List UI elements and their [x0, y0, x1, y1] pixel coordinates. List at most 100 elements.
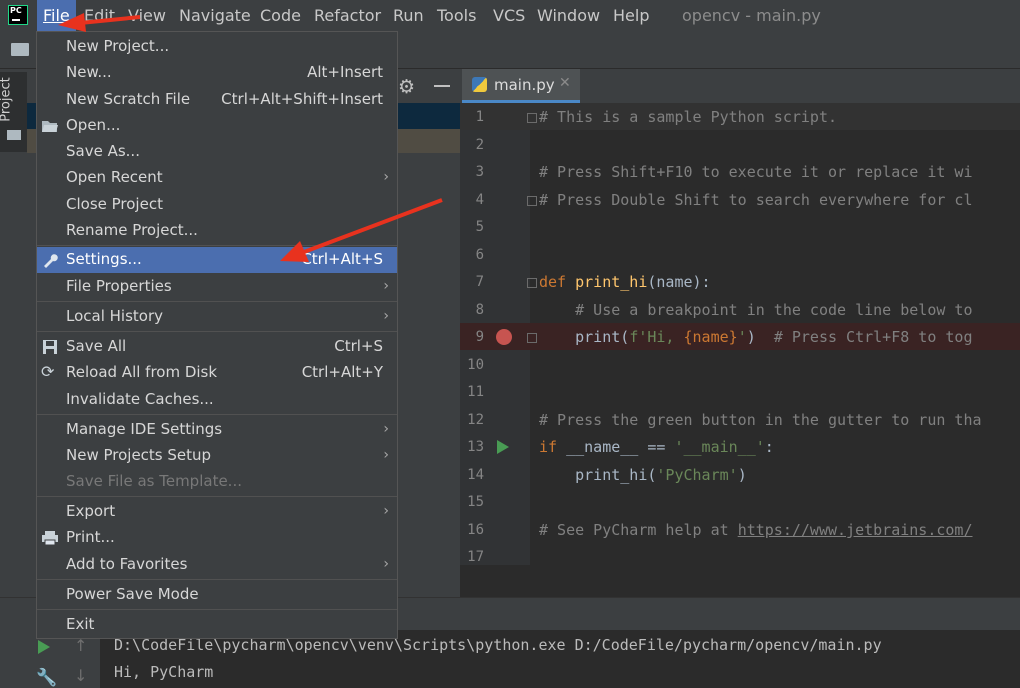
wrench-icon [41, 252, 59, 268]
menu-item-new-projects-setup[interactable]: New Projects Setup › [37, 443, 397, 469]
menu-tools[interactable]: Tools [431, 0, 482, 31]
printer-icon [41, 530, 59, 546]
menu-item-rename-project[interactable]: Rename Project... [37, 218, 397, 244]
code-line: if __name__ == '__main__': [539, 438, 774, 456]
code-line: # This is a sample Python script. [539, 108, 838, 126]
refresh-icon: ⟳ [41, 362, 55, 381]
line-number: 13 [467, 439, 484, 455]
menu-item-local-history[interactable]: Local History › [37, 304, 397, 330]
menu-item-new-scratch-file[interactable]: New Scratch File Ctrl+Alt+Shift+Insert [37, 87, 397, 113]
menu-item-close-project[interactable]: Close Project [37, 192, 397, 218]
line-number: 4 [475, 192, 484, 208]
line-number: 2 [475, 137, 484, 153]
chevron-right-icon: › [383, 556, 389, 572]
menu-item-add-to-favorites[interactable]: Add to Favorites › [37, 552, 397, 578]
code-line: # Press the green button in the gutter t… [539, 411, 982, 429]
chevron-right-icon: › [383, 169, 389, 185]
code-line: def print_hi(name): [539, 273, 711, 291]
menu-code[interactable]: Code [254, 0, 307, 31]
save-icon [41, 339, 59, 355]
line-number: 10 [467, 357, 484, 373]
line-number: 14 [467, 467, 484, 483]
fold-icon[interactable] [527, 333, 537, 343]
menu-view[interactable]: View [122, 0, 172, 31]
menu-help[interactable]: Help [607, 0, 655, 31]
menu-separator [37, 609, 397, 610]
menu-item-invalidate-caches[interactable]: Invalidate Caches... [37, 387, 397, 413]
line-number: 8 [475, 302, 484, 318]
chevron-right-icon: › [383, 308, 389, 324]
menu-edit[interactable]: Edit [78, 0, 121, 31]
menu-run[interactable]: Run [387, 0, 430, 31]
menu-separator [37, 579, 397, 580]
code-line: # See PyCharm help at https://www.jetbra… [539, 521, 973, 539]
menu-item-manage-ide-settings[interactable]: Manage IDE Settings › [37, 417, 397, 443]
menu-item-save-all[interactable]: Save All Ctrl+S [37, 334, 397, 360]
fold-icon[interactable] [527, 113, 537, 123]
line-number: 5 [475, 219, 484, 235]
menu-navigate[interactable]: Navigate [173, 0, 257, 31]
help-link[interactable]: https://www.jetbrains.com/ [738, 521, 973, 539]
rerun-icon[interactable] [38, 640, 50, 654]
menu-window[interactable]: Window [531, 0, 606, 31]
menu-separator [37, 301, 397, 302]
chevron-right-icon: › [383, 278, 389, 294]
menu-separator [37, 496, 397, 497]
menu-separator [37, 331, 397, 332]
menu-item-new-project[interactable]: New Project... [37, 34, 397, 60]
arrow-down-icon[interactable]: ↓ [74, 666, 87, 685]
chevron-right-icon: › [383, 447, 389, 463]
code-line: # Use a breakpoint in the code line belo… [539, 301, 973, 319]
line-number: 3 [475, 164, 484, 180]
project-tool-label: Project [0, 77, 14, 122]
menu-item-open[interactable]: Open... [37, 113, 397, 139]
menu-item-open-recent[interactable]: Open Recent › [37, 165, 397, 191]
breakpoint-icon[interactable] [496, 329, 512, 345]
fold-icon[interactable] [527, 196, 537, 206]
menu-vcs[interactable]: VCS [487, 0, 531, 31]
menu-item-new[interactable]: New... Alt+Insert [37, 60, 397, 86]
gear-icon[interactable]: ⚙ [398, 76, 415, 98]
line-number: 15 [467, 494, 484, 510]
menu-item-reload-all[interactable]: ⟳ Reload All from Disk Ctrl+Alt+Y [37, 360, 397, 386]
run-gutter-icon[interactable] [497, 440, 509, 454]
menu-item-exit[interactable]: Exit [37, 612, 397, 638]
chevron-right-icon: › [383, 421, 389, 437]
folder-icon[interactable] [11, 43, 29, 56]
line-number: 6 [475, 247, 484, 263]
menu-item-print[interactable]: Print... [37, 525, 397, 551]
menu-item-file-properties[interactable]: File Properties › [37, 274, 397, 300]
menu-item-settings[interactable]: Settings... Ctrl+Alt+S [37, 247, 397, 273]
minimize-icon[interactable] [434, 85, 450, 87]
line-number: 17 [467, 549, 484, 565]
menu-item-save-as[interactable]: Save As... [37, 139, 397, 165]
fold-icon[interactable] [527, 278, 537, 288]
code-line: # Press Double Shift to search everywher… [539, 191, 973, 209]
close-icon[interactable]: ✕ [559, 75, 571, 91]
wrench-icon[interactable]: 🔧 [36, 668, 57, 688]
window-title: opencv - main.py [682, 6, 821, 25]
menu-separator [37, 414, 397, 415]
line-number: 1 [475, 109, 484, 125]
open-folder-icon [41, 118, 59, 134]
python-file-icon [472, 77, 487, 92]
line-number: 9 [475, 329, 484, 345]
console-line: Hi, PyCharm [114, 663, 214, 681]
pycharm-logo-icon: PC [8, 5, 28, 25]
line-number: 16 [467, 522, 484, 538]
line-number: 12 [467, 412, 484, 428]
menu-item-power-save-mode[interactable]: Power Save Mode [37, 582, 397, 608]
line-number: 7 [475, 274, 484, 290]
code-line: # Press Shift+F10 to execute it or repla… [539, 163, 973, 181]
code-line: print(f'Hi, {name}') # Press Ctrl+F8 to … [539, 328, 973, 346]
chevron-right-icon: › [383, 503, 389, 519]
menu-file[interactable]: File [37, 0, 76, 31]
folder-icon [7, 130, 21, 140]
line-number: 11 [467, 384, 484, 400]
menu-item-export[interactable]: Export › [37, 499, 397, 525]
menu-item-save-file-as-template: Save File as Template... [66, 472, 242, 490]
editor-tab-label: main.py [494, 76, 555, 94]
menu-separator [37, 245, 397, 246]
menu-refactor[interactable]: Refactor [308, 0, 387, 31]
code-line: print_hi('PyCharm') [539, 466, 747, 484]
